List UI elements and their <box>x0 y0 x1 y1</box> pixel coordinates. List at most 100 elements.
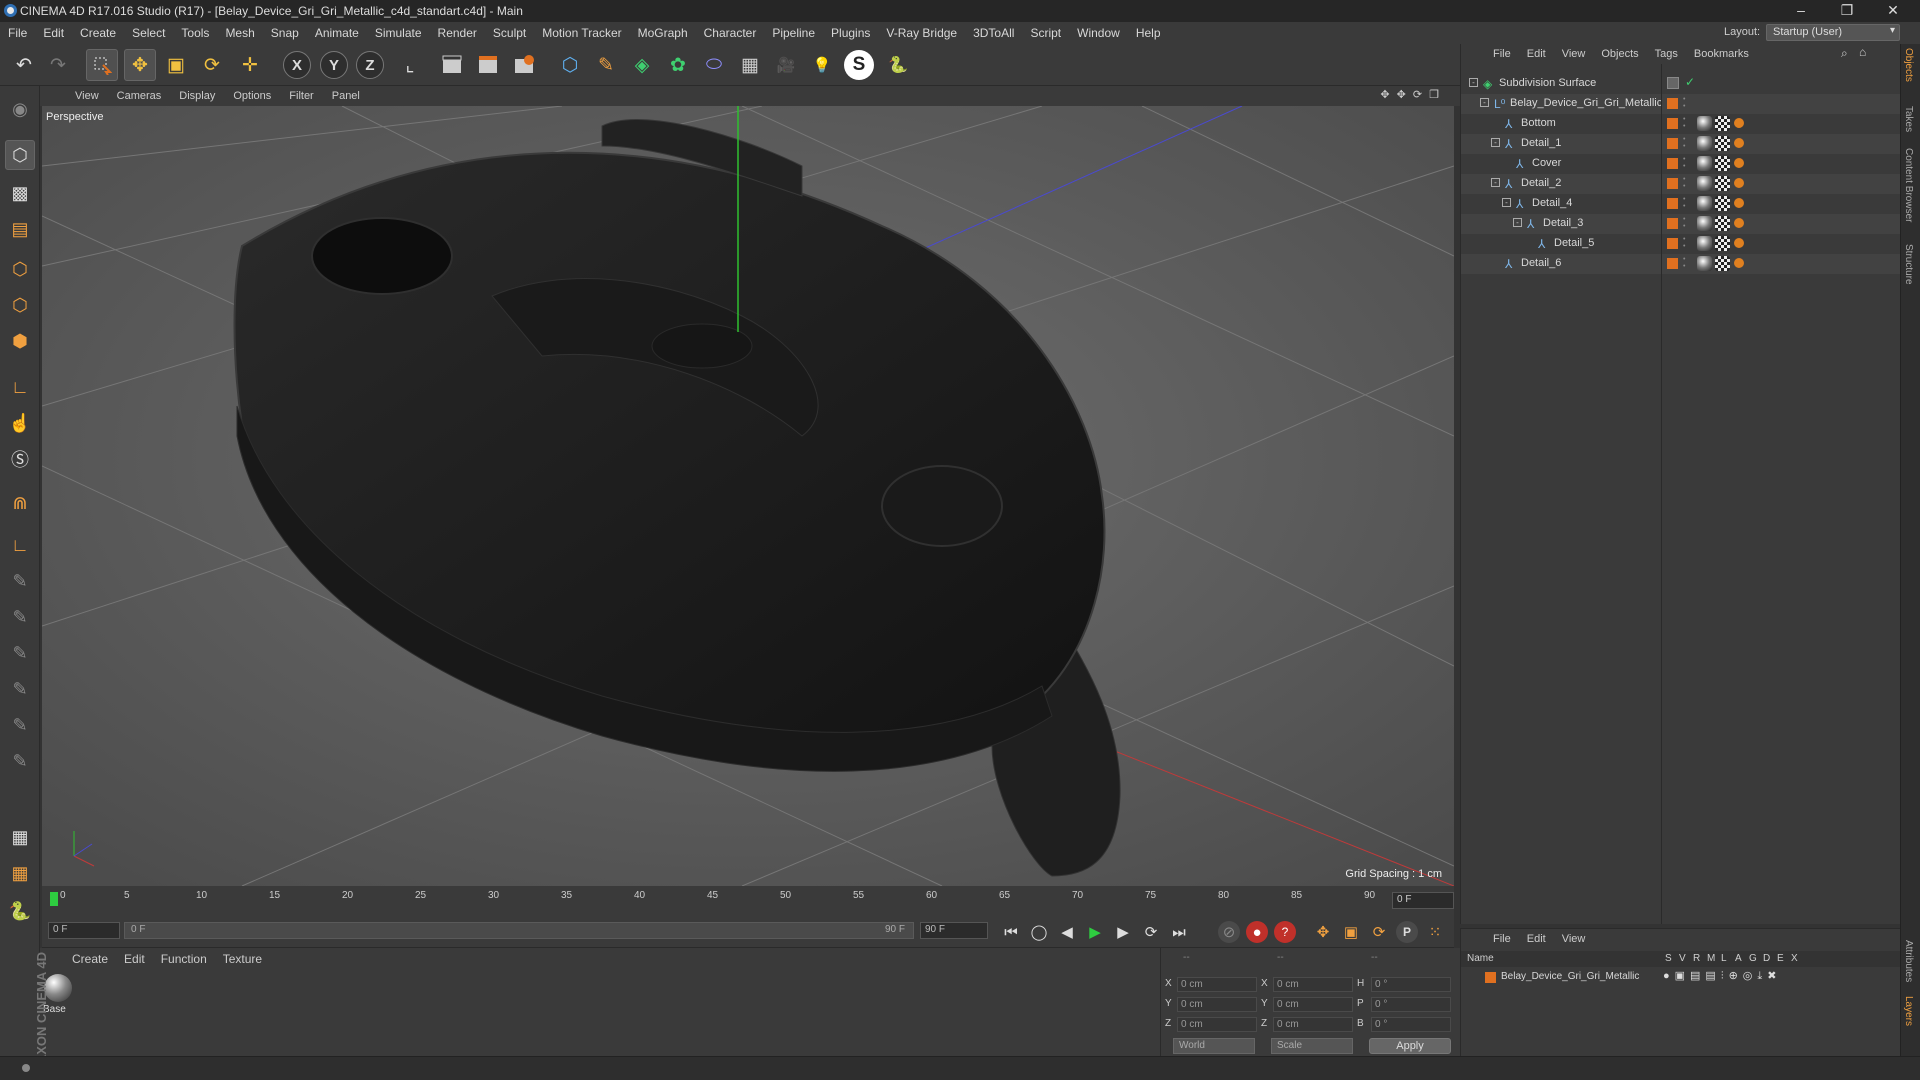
menu-character[interactable]: Character <box>696 26 765 40</box>
object-name[interactable]: Detail_2 <box>1521 177 1561 189</box>
go-to-end-button[interactable]: ⏭ <box>1168 921 1190 943</box>
position-y-field[interactable]: 0 cm <box>1177 997 1257 1012</box>
layer-row[interactable]: Belay_Device_Gri_Gri_Metallic ●▣▤▤⫶⊕◎⤓✖ <box>1461 969 1901 987</box>
key-position-icon[interactable]: ✥ <box>1312 921 1334 943</box>
array-icon[interactable]: ✿ <box>662 49 694 81</box>
col-s[interactable]: S <box>1665 953 1672 964</box>
menu-mograph[interactable]: MoGraph <box>630 26 696 40</box>
live-selection-icon[interactable] <box>86 49 118 81</box>
layer-menu-file[interactable]: File <box>1485 933 1519 945</box>
object-row[interactable]: - ⅄ Detail_1 • • <box>1461 134 1901 154</box>
menu-simulate[interactable]: Simulate <box>367 26 430 40</box>
tweak-icon[interactable]: ☝ <box>5 408 35 438</box>
object-name[interactable]: Detail_3 <box>1543 217 1583 229</box>
col-d[interactable]: D <box>1763 953 1770 964</box>
selection-tag-icon[interactable] <box>1734 178 1744 188</box>
object-name[interactable]: Detail_1 <box>1521 137 1561 149</box>
vp-menu-cameras[interactable]: Cameras <box>108 90 171 102</box>
enabled-check-icon[interactable]: ✓ <box>1685 75 1695 89</box>
menu-tools[interactable]: Tools <box>173 26 217 40</box>
visibility-dots-icon[interactable]: • • <box>1683 116 1689 130</box>
current-frame-marker[interactable] <box>50 892 58 906</box>
object-row[interactable]: - ⅄ Detail_4 • • <box>1461 194 1901 214</box>
paint-icon[interactable]: ✎ <box>5 602 35 632</box>
layer-color-icon[interactable] <box>1667 178 1678 189</box>
autokey-icon[interactable]: ● <box>1246 921 1268 943</box>
solo-icon[interactable]: Ⓢ <box>5 444 35 474</box>
menu-edit[interactable]: Edit <box>35 26 72 40</box>
minimize-button[interactable]: – <box>1778 0 1824 22</box>
menu-file[interactable]: File <box>0 26 35 40</box>
end-frame-field[interactable]: 90 F <box>920 922 988 939</box>
tab-objects[interactable]: Objects <box>1903 48 1914 82</box>
uvw-tag-icon[interactable] <box>1715 236 1730 251</box>
selection-tag-icon[interactable] <box>1734 238 1744 248</box>
size-x-field[interactable]: 0 cm <box>1273 977 1353 992</box>
selection-tag-icon[interactable] <box>1734 138 1744 148</box>
iron-icon[interactable]: ✎ <box>5 746 35 776</box>
expand-toggle[interactable]: - <box>1491 178 1500 187</box>
scale-icon[interactable]: ▣ <box>160 49 192 81</box>
viewport-perspective[interactable]: Perspective Grid Spacing : 1 cm <box>42 106 1454 886</box>
material-tag-icon[interactable] <box>1697 256 1712 271</box>
uvw-tag-icon[interactable] <box>1715 116 1730 131</box>
vp-menu-options[interactable]: Options <box>224 90 280 102</box>
previous-key-button[interactable]: ◯ <box>1028 921 1050 943</box>
deformer-icon[interactable]: ⬭ <box>698 49 730 81</box>
axis-icon[interactable]: ∟ <box>5 372 35 402</box>
go-to-start-button[interactable]: ⏮ <box>1000 921 1022 943</box>
play-button[interactable]: ▶ <box>1084 921 1106 943</box>
tab-content-browser[interactable]: Content Browser <box>1903 148 1914 222</box>
selection-tag-icon[interactable] <box>1734 258 1744 268</box>
floor-icon[interactable]: ▦ <box>734 49 766 81</box>
cube-icon[interactable]: ⬡ <box>554 49 586 81</box>
col-r[interactable]: R <box>1693 953 1700 964</box>
undo-icon[interactable]: ↶ <box>8 49 40 81</box>
visibility-dots-icon[interactable]: • • <box>1683 136 1689 150</box>
object-name[interactable]: Detail_6 <box>1521 257 1561 269</box>
material-tag-icon[interactable] <box>1697 216 1712 231</box>
layer-toggle-icons[interactable]: ●▣▤▤⫶⊕◎⤓✖ <box>1663 969 1781 983</box>
menu-select[interactable]: Select <box>124 26 173 40</box>
redo-icon[interactable]: ↷ <box>42 49 74 81</box>
vp-menu-display[interactable]: Display <box>170 90 224 102</box>
render-view-icon[interactable] <box>436 49 468 81</box>
x-axis-icon[interactable]: X <box>283 51 311 79</box>
object-row[interactable]: - ⅄ Detail_2 • • <box>1461 174 1901 194</box>
menu-pipeline[interactable]: Pipeline <box>764 26 823 40</box>
tab-attributes[interactable]: Attributes <box>1903 940 1914 982</box>
tab-layers[interactable]: Layers <box>1903 996 1914 1026</box>
material-tag-icon[interactable] <box>1697 176 1712 191</box>
menu-window[interactable]: Window <box>1069 26 1128 40</box>
vp-menu-view[interactable]: View <box>66 90 108 102</box>
layout-select[interactable]: Startup (User) <box>1766 24 1900 41</box>
close-button[interactable]: ✕ <box>1870 0 1916 22</box>
col-a[interactable]: A <box>1735 953 1742 964</box>
object-name[interactable]: Bottom <box>1521 117 1556 129</box>
object-row[interactable]: ⅄ Detail_5 • • <box>1461 234 1901 254</box>
material-tag-icon[interactable] <box>1697 116 1712 131</box>
menu-script[interactable]: Script <box>1022 26 1069 40</box>
key-scale-icon[interactable]: ▣ <box>1340 921 1362 943</box>
col-m[interactable]: M <box>1707 953 1715 964</box>
visibility-dots-icon[interactable]: • • <box>1683 196 1689 210</box>
layer-name[interactable]: Belay_Device_Gri_Gri_Metallic <box>1501 971 1639 982</box>
subdivision-surface-icon[interactable]: ◈ <box>626 49 658 81</box>
obj-menu-objects[interactable]: Objects <box>1593 48 1646 60</box>
key-rotation-icon[interactable]: ⟳ <box>1368 921 1390 943</box>
menu-sculpt[interactable]: Sculpt <box>485 26 534 40</box>
selection-tag-icon[interactable] <box>1734 198 1744 208</box>
material-tag-icon[interactable] <box>1697 196 1712 211</box>
snap-icon[interactable]: ∟ <box>5 530 35 560</box>
expand-toggle[interactable]: - <box>1513 218 1522 227</box>
size-y-field[interactable]: 0 cm <box>1273 997 1353 1012</box>
layer-color-icon[interactable] <box>1667 138 1678 149</box>
menu-motion-tracker[interactable]: Motion Tracker <box>534 26 629 40</box>
layer-color-icon[interactable] <box>1667 98 1678 109</box>
pen-icon[interactable]: ✎ <box>590 49 622 81</box>
layer-color-icon[interactable] <box>1667 198 1678 209</box>
menu-3dtoall[interactable]: 3DToAll <box>965 26 1022 40</box>
selection-tag-icon[interactable] <box>1734 158 1744 168</box>
col-l[interactable]: L <box>1721 953 1727 964</box>
menu-vray-bridge[interactable]: V-Ray Bridge <box>878 26 965 40</box>
